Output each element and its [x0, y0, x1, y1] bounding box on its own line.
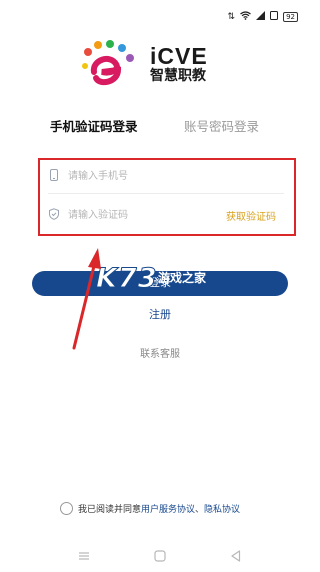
system-nav-bar — [0, 544, 312, 568]
watermark-text: 游戏之家 — [158, 271, 207, 285]
network-speed-icon: ⇅ — [227, 12, 236, 22]
tab-password-login[interactable]: 账号密码登录 — [184, 118, 259, 136]
logo-mark-icon — [82, 40, 134, 86]
brand-logo: iCVE 智慧职教 — [80, 40, 240, 88]
sim-icon — [270, 11, 279, 23]
watermark-logo: K73 — [96, 263, 158, 295]
status-icons: ⇅ 92 — [228, 11, 298, 23]
highlight-box — [38, 158, 296, 236]
status-bar: ⇅ 92 — [0, 0, 312, 34]
back-icon[interactable] — [229, 549, 243, 563]
home-icon[interactable] — [153, 549, 167, 563]
brand-name-en: iCVE — [150, 43, 208, 69]
agreement-row: 我已阅读并同意 用户服务协议 、 隐私协议 — [60, 500, 240, 516]
contact-service-link[interactable]: 联系客服 — [0, 345, 320, 360]
login-mode-tabs: 手机验证码登录 账号密码登录 — [0, 118, 312, 138]
register-link[interactable]: 注册 — [0, 306, 320, 322]
agreement-prefix: 我已阅读并同意 — [78, 504, 142, 515]
watermark: K73 游戏之家 — [96, 262, 246, 302]
privacy-policy-link[interactable]: 隐私协议 — [204, 502, 240, 515]
brand-name-cn: 智慧职教 — [150, 68, 206, 84]
battery-indicator: 92 — [283, 12, 298, 22]
tab-sms-login[interactable]: 手机验证码登录 — [50, 118, 138, 136]
agreement-checkbox[interactable] — [60, 501, 73, 515]
user-agreement-link[interactable]: 用户服务协议 — [141, 502, 195, 515]
menu-icon[interactable] — [77, 549, 91, 563]
wifi-icon — [240, 11, 251, 23]
signal-icon — [256, 11, 266, 23]
agreement-separator: 、 — [195, 504, 205, 515]
